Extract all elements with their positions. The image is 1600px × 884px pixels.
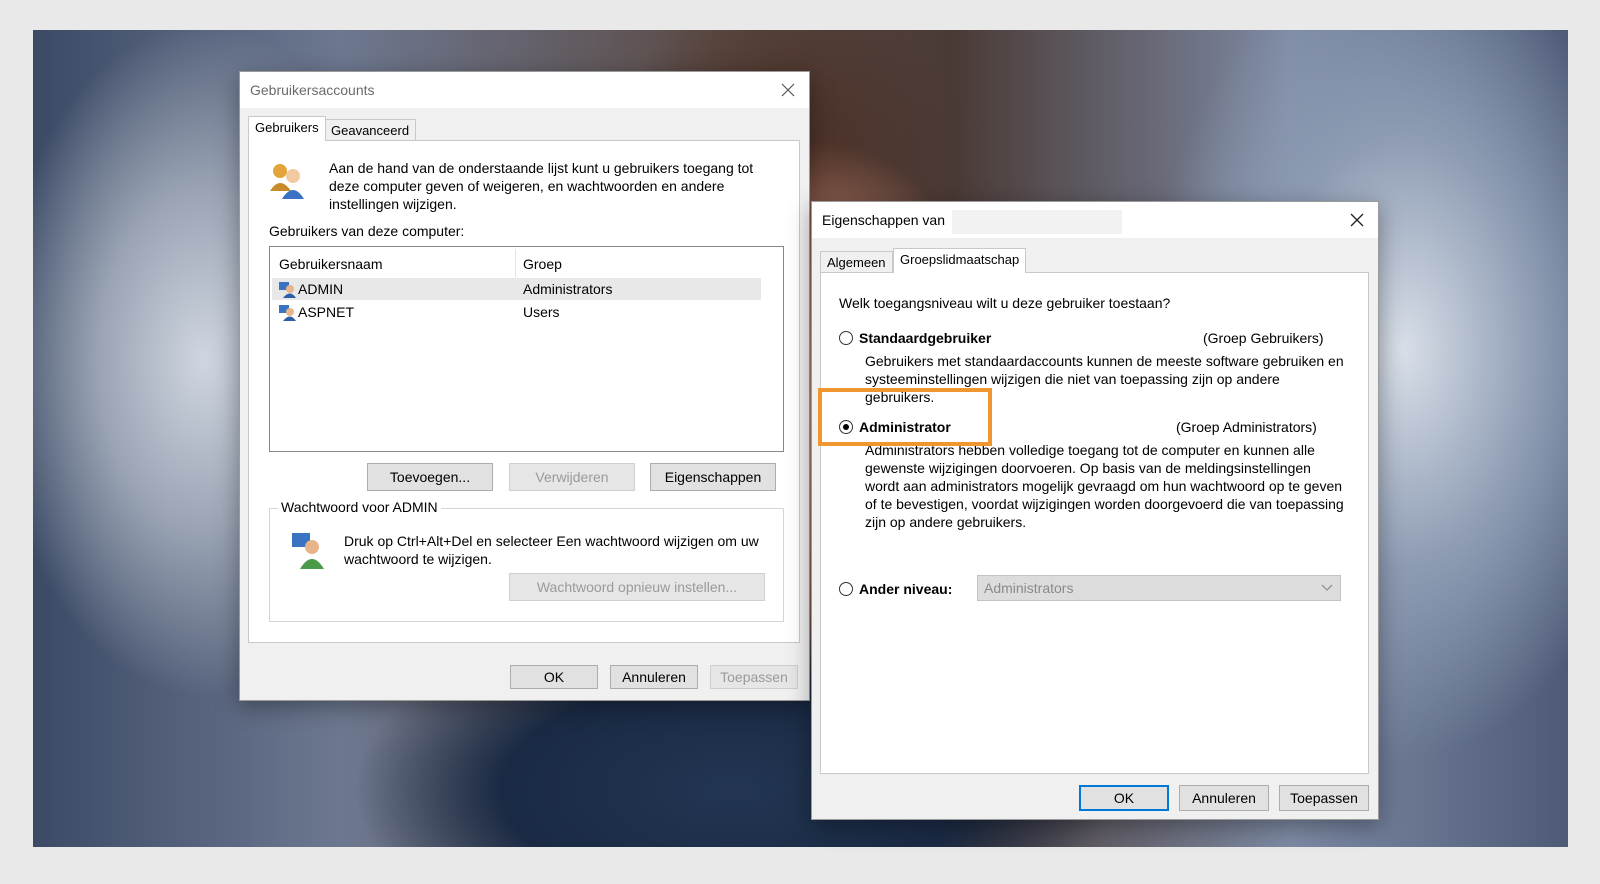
password-group-label: Wachtwoord voor ADMIN [278, 499, 441, 515]
ok-button[interactable]: OK [1079, 785, 1169, 811]
users-list[interactable]: Gebruikersnaam Groep ADMIN Administrator… [269, 246, 784, 452]
redacted-username [952, 210, 1122, 234]
users-tab-panel: Aan de hand van de onderstaande lijst ku… [248, 140, 800, 643]
title-bar: Eigenschappen van [812, 202, 1378, 238]
password-instructions: Druk op Ctrl+Alt+Del en selecteer Een wa… [344, 533, 759, 567]
highlight-box [818, 388, 992, 446]
properties-button[interactable]: Eigenschappen [650, 463, 776, 491]
apply-button[interactable]: Toepassen [710, 665, 798, 689]
users-list-label: Gebruikers van deze computer: [269, 223, 465, 239]
title-bar: Gebruikersaccounts [240, 72, 809, 108]
column-header-username[interactable]: Gebruikersnaam [279, 256, 383, 272]
table-row[interactable]: ASPNET Users [272, 301, 761, 323]
other-level-value: Administrators [984, 580, 1074, 596]
other-level-select[interactable]: Administrators [977, 575, 1341, 601]
user-accounts-window: Gebruikersaccounts Gebruikers Geavanceer… [239, 71, 810, 701]
column-divider [515, 249, 516, 277]
chevron-down-icon [1321, 577, 1333, 604]
administrator-description: Administrators hebben volledige toegang … [865, 442, 1344, 530]
cancel-button[interactable]: Annuleren [610, 665, 698, 689]
intro-text: Aan de hand van de onderstaande lijst ku… [329, 160, 754, 212]
group-cell: Users [523, 304, 560, 320]
user-icon [278, 281, 296, 302]
users-icon [267, 161, 307, 204]
column-header-group[interactable]: Groep [523, 256, 562, 272]
add-user-button[interactable]: Toevoegen... [367, 463, 493, 491]
other-level-label[interactable]: Ander niveau: [859, 580, 952, 598]
close-icon[interactable] [775, 77, 801, 103]
other-level-radio[interactable] [839, 582, 853, 596]
ok-button[interactable]: OK [510, 665, 598, 689]
password-groupbox: Wachtwoord voor ADMIN Druk op Ctrl+Alt+D… [269, 499, 784, 622]
access-level-question: Welk toegangsniveau wilt u deze gebruike… [839, 295, 1171, 311]
user-password-icon [288, 531, 328, 574]
reset-password-button[interactable]: Wachtwoord opnieuw instellen... [509, 573, 765, 601]
apply-button[interactable]: Toepassen [1279, 785, 1369, 811]
membership-tab-panel: Welk toegangsniveau wilt u deze gebruike… [820, 272, 1369, 774]
cancel-button[interactable]: Annuleren [1179, 785, 1269, 811]
username-cell: ADMIN [298, 281, 344, 297]
properties-window: Eigenschappen van Algemeen Groepslidmaat… [811, 201, 1379, 820]
standard-user-group: (Groep Gebruikers) [1203, 330, 1324, 346]
group-cell: Administrators [523, 281, 613, 297]
close-icon[interactable] [1344, 207, 1370, 233]
tab-groepslidmaatschap[interactable]: Groepslidmaatschap [893, 248, 1027, 273]
window-title: Eigenschappen van [822, 212, 945, 228]
username-cell: ASPNET [298, 304, 355, 320]
user-icon [278, 304, 296, 325]
administrator-group: (Groep Administrators) [1176, 419, 1317, 435]
tab-geavanceerd[interactable]: Geavanceerd [324, 119, 417, 141]
tab-algemeen[interactable]: Algemeen [820, 251, 893, 273]
remove-user-button[interactable]: Verwijderen [509, 463, 635, 491]
standard-user-radio[interactable] [839, 331, 853, 345]
table-row[interactable]: ADMIN Administrators [272, 278, 761, 300]
tab-gebruikers[interactable]: Gebruikers [248, 116, 326, 141]
standard-user-label[interactable]: Standaardgebruiker [859, 329, 991, 347]
window-title: Gebruikersaccounts [250, 82, 375, 98]
